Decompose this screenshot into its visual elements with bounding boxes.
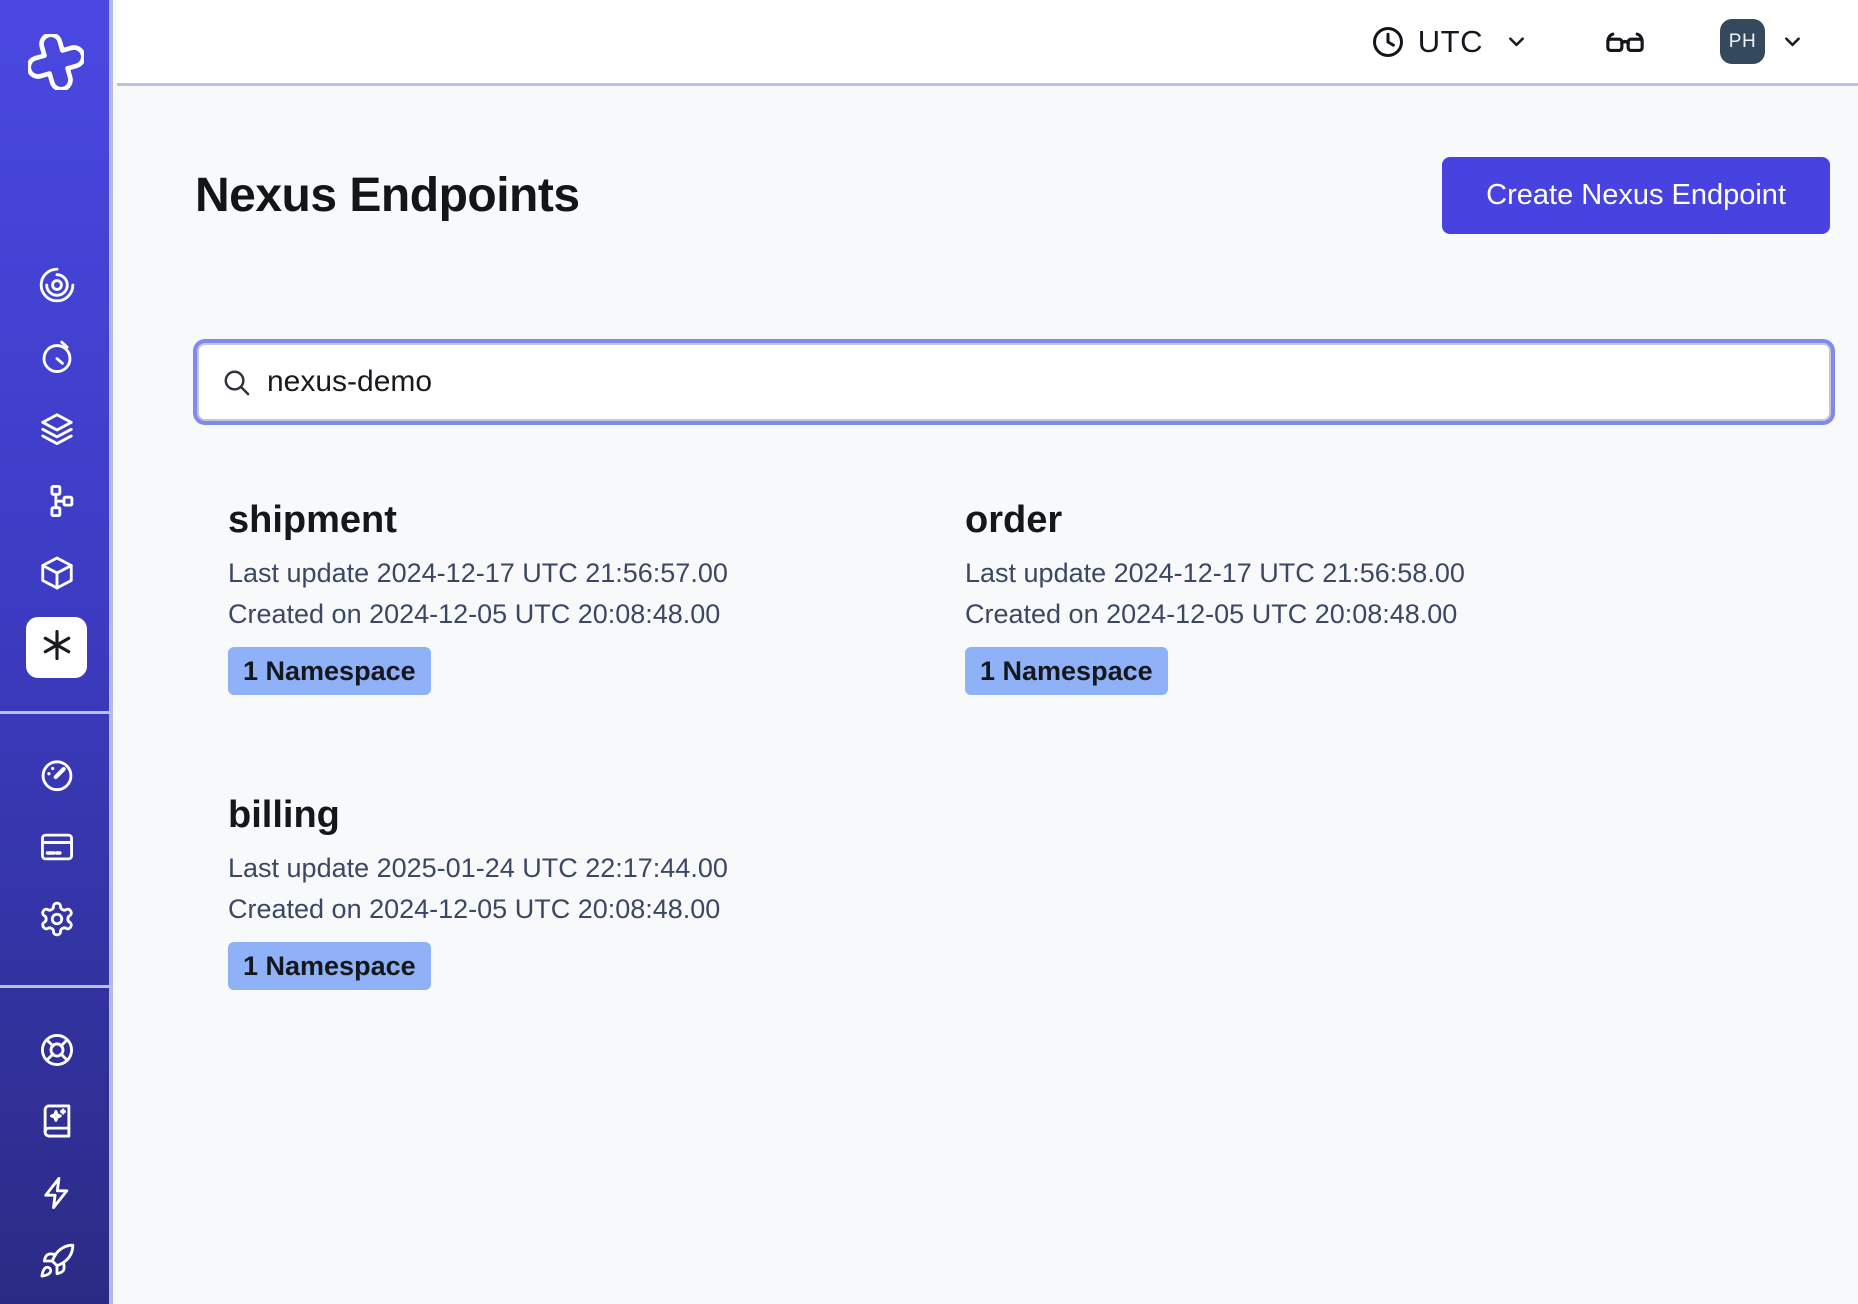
create-nexus-endpoint-button[interactable]: Create Nexus Endpoint [1442, 157, 1830, 234]
clock-icon [1370, 24, 1406, 60]
sidebar-item-lightning[interactable] [0, 1175, 113, 1215]
sidebar-item-namespaces[interactable] [0, 267, 113, 307]
life-buoy-icon [38, 1031, 76, 1074]
avatar: PH [1720, 19, 1765, 64]
sidebar-item-docs[interactable] [0, 1103, 113, 1143]
gear-icon [38, 900, 76, 943]
read-only-mode-button[interactable] [1604, 21, 1646, 63]
chevron-down-icon [1779, 28, 1806, 55]
sidebar [0, 0, 113, 1304]
endpoint-name[interactable]: billing [228, 792, 928, 838]
sidebar-divider [0, 985, 113, 988]
namespace-badge: 1 Namespace [228, 647, 431, 695]
temporal-logo[interactable] [28, 34, 84, 90]
asterisk-icon [38, 626, 76, 669]
sidebar-item-billing[interactable] [0, 829, 113, 869]
namespace-badge: 1 Namespace [228, 942, 431, 990]
endpoint-created-on: Created on 2024-12-05 UTC 20:08:48.00 [965, 598, 1665, 631]
sidebar-item-batch[interactable] [0, 555, 113, 595]
account-menu[interactable]: PH [1720, 19, 1806, 64]
namespace-badge: 1 Namespace [965, 647, 1168, 695]
sidebar-item-rocket[interactable] [0, 1243, 113, 1283]
sidebar-item-deployments[interactable] [0, 411, 113, 451]
endpoint-name[interactable]: order [965, 497, 1665, 543]
book-sparkles-icon [38, 1102, 76, 1145]
endpoint-card[interactable]: billing Last update 2025-01-24 UTC 22:17… [228, 792, 928, 990]
sidebar-item-schedules[interactable] [0, 339, 113, 379]
endpoint-card[interactable]: order Last update 2024-12-17 UTC 21:56:5… [965, 497, 1665, 695]
timezone-label: UTC [1418, 24, 1483, 60]
timer-icon [38, 338, 76, 381]
search-bar [197, 343, 1831, 421]
timezone-selector[interactable]: UTC [1370, 24, 1530, 60]
chevron-down-icon [1503, 28, 1530, 55]
sidebar-item-workflows[interactable] [0, 483, 113, 523]
sidebar-item-nexus[interactable] [26, 617, 87, 678]
cube-icon [38, 554, 76, 597]
endpoint-created-on: Created on 2024-12-05 UTC 20:08:48.00 [228, 893, 928, 926]
branch-nodes-icon [38, 482, 76, 525]
sidebar-item-support[interactable] [0, 1032, 113, 1072]
glasses-icon [1604, 21, 1646, 63]
endpoint-card[interactable]: shipment Last update 2024-12-17 UTC 21:5… [228, 497, 928, 695]
endpoint-last-update: Last update 2024-12-17 UTC 21:56:57.00 [228, 557, 928, 590]
main-content: Nexus Endpoints Create Nexus Endpoint sh… [117, 89, 1858, 1304]
sidebar-item-settings[interactable] [0, 901, 113, 941]
layers-icon [38, 410, 76, 453]
endpoint-created-on: Created on 2024-12-05 UTC 20:08:48.00 [228, 598, 928, 631]
concentric-rings-icon [38, 266, 76, 309]
credit-card-icon [38, 828, 76, 871]
gauge-icon [38, 756, 76, 799]
page-title: Nexus Endpoints [195, 165, 580, 227]
endpoint-last-update: Last update 2025-01-24 UTC 22:17:44.00 [228, 852, 928, 885]
top-header: UTC PH [117, 0, 1858, 86]
rocket-icon [38, 1242, 76, 1285]
search-input[interactable] [267, 365, 1807, 399]
endpoint-name[interactable]: shipment [228, 497, 928, 543]
sidebar-item-usage[interactable] [0, 757, 113, 797]
lightning-icon [38, 1174, 76, 1217]
sidebar-divider [0, 711, 113, 714]
search-icon [221, 367, 252, 398]
endpoint-last-update: Last update 2024-12-17 UTC 21:56:58.00 [965, 557, 1665, 590]
